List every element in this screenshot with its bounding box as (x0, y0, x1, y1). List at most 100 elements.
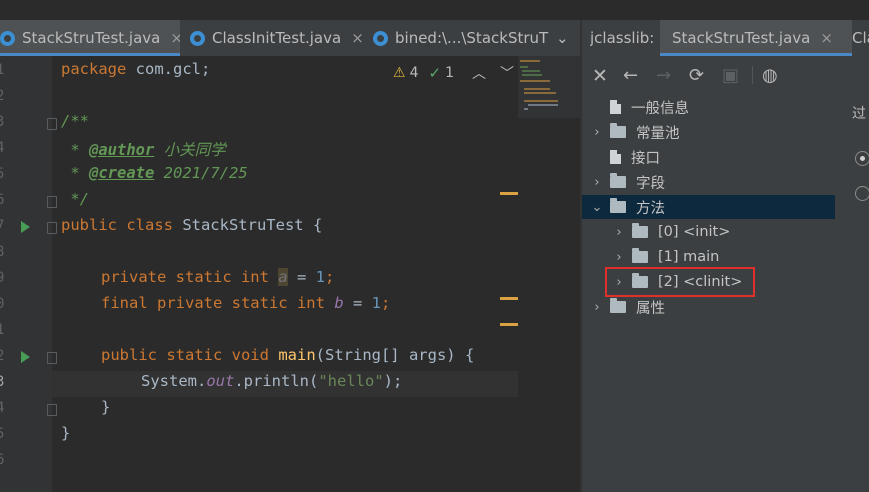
chevron-right-icon[interactable]: › (612, 225, 626, 240)
code-line-7[interactable]: public class StackStruTest { (61, 216, 322, 234)
tab-bined[interactable]: bined:\...\StackStruT (365, 20, 558, 56)
tab-classinittest[interactable]: ClassInitTest.java × (182, 20, 370, 56)
tree-item-general-info[interactable]: 一般信息 (590, 95, 689, 119)
file-icon (610, 150, 621, 164)
chevron-right-icon[interactable]: › (590, 300, 604, 315)
code-line-10[interactable]: final private static int b = 1; (101, 294, 390, 312)
warning-count: 4 (409, 65, 419, 81)
code-line-9[interactable]: private static int a = 1; (101, 268, 334, 286)
code-text: (String[] args) { (315, 346, 475, 364)
code-line-14[interactable]: } (101, 398, 110, 416)
code-line-4[interactable]: * @author 小关同学 (61, 138, 225, 160)
chevron-right-icon[interactable]: › (590, 125, 604, 140)
minimap-line (524, 92, 556, 94)
warning-stripe-mark[interactable] (500, 323, 518, 326)
line-number: 6 (0, 452, 5, 468)
tab-label: bined:\...\StackStruT (395, 29, 549, 47)
code-text: = (343, 294, 372, 312)
save-icon[interactable]: ▣ (722, 65, 739, 86)
next-highlight-icon[interactable]: ﹀ (500, 63, 514, 83)
tree-item-constant-pool[interactable]: › 常量池 (590, 120, 680, 144)
tab-jclasslib-other[interactable]: Cla (844, 20, 869, 56)
close-icon[interactable]: × (820, 29, 833, 47)
line-number: 3 (0, 114, 5, 130)
code-text: System. (141, 372, 207, 390)
chevron-down-icon[interactable]: ⌄ (590, 200, 604, 215)
tree-item-label: 属性 (636, 300, 665, 317)
back-arrow-icon[interactable]: ← (623, 65, 638, 86)
code-line-13[interactable]: System.out.println("hello"); (141, 372, 402, 390)
chevron-right-icon[interactable]: › (590, 175, 604, 190)
jclasslib-tab-bar: jclasslib: StackStruTest.java × Cla (582, 20, 869, 57)
previous-highlight-icon[interactable]: ︿ (472, 63, 486, 83)
code-line-6[interactable]: */ (61, 190, 89, 208)
tab-label: ClassInitTest.java (212, 29, 342, 47)
semicolon: ; (325, 268, 335, 286)
tree-item-methods[interactable]: ⌄ 方法 (582, 195, 835, 219)
keyword: private static int (101, 268, 269, 286)
warning-stripe-mark[interactable] (500, 192, 518, 195)
close-icon[interactable]: ✕ (592, 65, 608, 87)
comment-text: * (61, 141, 89, 159)
fold-marker-icon[interactable] (47, 404, 57, 416)
chevron-right-icon[interactable]: › (612, 250, 626, 265)
tree-item-method-init[interactable]: › [0] <init> (612, 220, 730, 244)
tab-overflow-chevron-icon[interactable]: ⌄ (556, 29, 569, 47)
fold-marker-icon[interactable] (47, 118, 57, 130)
code-line-3[interactable]: /** (61, 112, 89, 130)
keyword: final private static int (101, 294, 325, 312)
folder-icon (632, 248, 648, 263)
tree-item-label: 接口 (631, 150, 660, 167)
minimap-line (520, 66, 528, 68)
tab-label: Cla (852, 29, 869, 47)
code-line-5[interactable]: * @create 2021/7/25 (61, 164, 248, 182)
tree-item-fields[interactable]: › 字段 (590, 170, 665, 194)
folder-icon (610, 123, 626, 138)
refresh-icon[interactable]: ⟳ (689, 65, 704, 86)
tab-label: StackStruTest.java (22, 29, 161, 47)
comment-text: 2021/7/25 (154, 164, 248, 182)
run-main-icon[interactable] (21, 351, 30, 363)
close-icon[interactable]: × (170, 29, 180, 47)
code-text: StackStruTest { (172, 216, 323, 234)
tree-item-interfaces[interactable]: 接口 (590, 145, 660, 169)
line-number: 5 (0, 166, 5, 182)
code-line-15[interactable]: } (61, 424, 70, 442)
line-number: 2 (0, 88, 5, 104)
tree-item-method-main[interactable]: › [1] main (612, 245, 719, 269)
comment-text: * (61, 164, 89, 182)
line-number: 7 (0, 218, 5, 234)
file-icon (610, 100, 621, 114)
string-literal: "hello" (318, 372, 384, 390)
tab-stackstrutest[interactable]: StackStruTest.java × (0, 20, 180, 56)
web-globe-icon[interactable]: ◍ (762, 65, 778, 86)
folder-icon (632, 223, 648, 238)
code-line-12[interactable]: public static void main(String[] args) { (101, 346, 474, 364)
code-minimap[interactable] (518, 56, 580, 118)
tab-jclasslib-stackstrutest[interactable]: StackStruTest.java × (660, 20, 852, 56)
fold-marker-icon[interactable] (47, 352, 57, 364)
folder-icon (610, 173, 626, 188)
class-file-icon (0, 30, 15, 46)
run-class-icon[interactable] (21, 221, 30, 233)
line-number: 8 (0, 244, 5, 260)
javadoc-tag: @author (89, 141, 155, 159)
line-number: 2 (0, 348, 5, 364)
code-line-1[interactable]: package com.gcl; (61, 60, 210, 78)
forward-arrow-icon[interactable]: → (656, 65, 671, 86)
folder-icon (610, 198, 626, 213)
fold-marker-icon[interactable] (47, 196, 57, 208)
tree-item-attributes[interactable]: › 属性 (590, 295, 665, 319)
minimap-line (522, 70, 540, 72)
code-text: com.gcl; (126, 60, 211, 78)
warning-stripe-mark[interactable] (500, 297, 518, 300)
inspection-widget[interactable]: ⚠ 4 ✓ 1 ︿ ﹀ (393, 63, 514, 83)
minimap-line (520, 60, 540, 62)
close-icon[interactable]: × (351, 29, 364, 47)
typo-count: 1 (445, 65, 454, 81)
filter-radio[interactable] (855, 186, 869, 201)
filter-radio-selected[interactable] (855, 151, 869, 166)
fold-marker-icon[interactable] (47, 222, 57, 234)
jclasslib-panel-title: jclasslib: (590, 20, 660, 56)
tree-item-label: 常量池 (636, 125, 680, 142)
